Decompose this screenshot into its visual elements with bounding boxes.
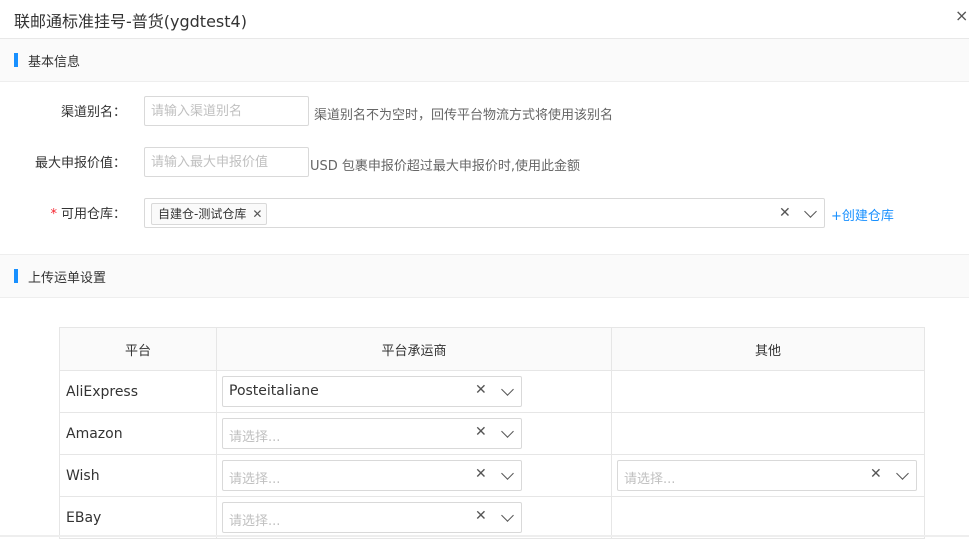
section-accent-bar — [14, 269, 18, 283]
platform-cell: AliExpress — [59, 370, 217, 413]
other-cell — [611, 496, 925, 539]
other-cell — [611, 370, 925, 413]
required-mark: * — [50, 207, 57, 222]
section-title: 基本信息 — [28, 55, 81, 70]
close-icon[interactable]: × — [955, 6, 969, 26]
platform-cell: Amazon — [59, 412, 217, 455]
create-warehouse-link[interactable]: +创建仓库 — [831, 205, 894, 224]
max-declare-input[interactable] — [144, 147, 309, 177]
other-select[interactable]: 请选择... ✕ — [617, 460, 917, 491]
platform-cell: EBay — [59, 496, 217, 539]
carrier-select[interactable]: 请选择... ✕ — [222, 502, 522, 533]
clear-icon[interactable]: ✕ — [475, 382, 487, 398]
chevron-down-icon[interactable] — [501, 467, 514, 480]
other-cell: 请选择... ✕ — [611, 454, 925, 497]
clear-icon[interactable]: ✕ — [475, 424, 487, 440]
chevron-down-icon[interactable] — [896, 467, 909, 480]
carrier-table: 平台 平台承运商 其他 AliExpress Posteitaliane ✕ A… — [59, 327, 925, 539]
chevron-down-icon[interactable] — [501, 509, 514, 522]
section-upload-settings: 上传运单设置 — [0, 254, 969, 298]
carrier-placeholder: 请选择... — [229, 514, 281, 529]
clear-icon[interactable]: ✕ — [779, 205, 791, 221]
warehouse-label-text: 可用仓库： — [60, 207, 126, 222]
column-header-other: 其他 — [611, 327, 925, 371]
section-accent-bar — [14, 53, 18, 67]
table-row: Amazon 请选择... ✕ — [59, 412, 925, 455]
table-row: AliExpress Posteitaliane ✕ — [59, 370, 925, 413]
carrier-placeholder: 请选择... — [229, 430, 281, 445]
dialog-title: 联邮通标准挂号-普货(ygdtest4) — [14, 12, 247, 31]
section-title: 上传运单设置 — [28, 271, 107, 286]
column-header-carrier: 平台承运商 — [216, 327, 612, 371]
other-placeholder: 请选择... — [624, 472, 676, 487]
alias-hint: 渠道别名不为空时，回传平台物流方式将使用该别名 — [314, 108, 614, 123]
clear-icon[interactable]: ✕ — [475, 508, 487, 524]
other-cell — [611, 412, 925, 455]
carrier-cell: 请选择... ✕ — [216, 454, 612, 497]
section-basic-info: 基本信息 — [0, 39, 969, 82]
carrier-select[interactable]: Posteitaliane ✕ — [222, 376, 522, 407]
warehouse-tag-label: 自建仓-测试仓库 — [158, 207, 247, 221]
carrier-cell: Posteitaliane ✕ — [216, 370, 612, 413]
table-row: Wish 请选择... ✕ 请选择... ✕ — [59, 454, 925, 497]
clear-icon[interactable]: ✕ — [475, 466, 487, 482]
carrier-placeholder: 请选择... — [229, 472, 281, 487]
alias-input[interactable] — [144, 96, 309, 126]
carrier-cell: 请选择... ✕ — [216, 496, 612, 539]
warehouse-label: * 可用仓库： — [0, 203, 126, 222]
column-header-platform: 平台 — [59, 327, 217, 371]
chevron-down-icon[interactable] — [804, 205, 817, 218]
carrier-select[interactable]: 请选择... ✕ — [222, 418, 522, 449]
table-row: EBay 请选择... ✕ — [59, 496, 925, 539]
dialog-header: 联邮通标准挂号-普货(ygdtest4) × — [0, 0, 969, 39]
carrier-value: Posteitaliane — [229, 383, 319, 399]
carrier-select[interactable]: 请选择... ✕ — [222, 460, 522, 491]
max-declare-label: 最大申报价值： — [34, 156, 126, 171]
carrier-cell: 请选择... ✕ — [216, 412, 612, 455]
warehouse-tag: 自建仓-测试仓库 ✕ — [151, 203, 268, 225]
alias-label: 渠道别名： — [60, 105, 126, 120]
warehouse-select[interactable]: 自建仓-测试仓库 ✕ ✕ — [144, 198, 825, 228]
max-declare-hint: USD 包裹申报价超过最大申报价时,使用此金额 — [310, 159, 581, 174]
clear-icon[interactable]: ✕ — [870, 466, 882, 482]
platform-cell: Wish — [59, 454, 217, 497]
chevron-down-icon[interactable] — [501, 425, 514, 438]
chevron-down-icon[interactable] — [501, 383, 514, 396]
tag-remove-icon[interactable]: ✕ — [252, 207, 262, 221]
